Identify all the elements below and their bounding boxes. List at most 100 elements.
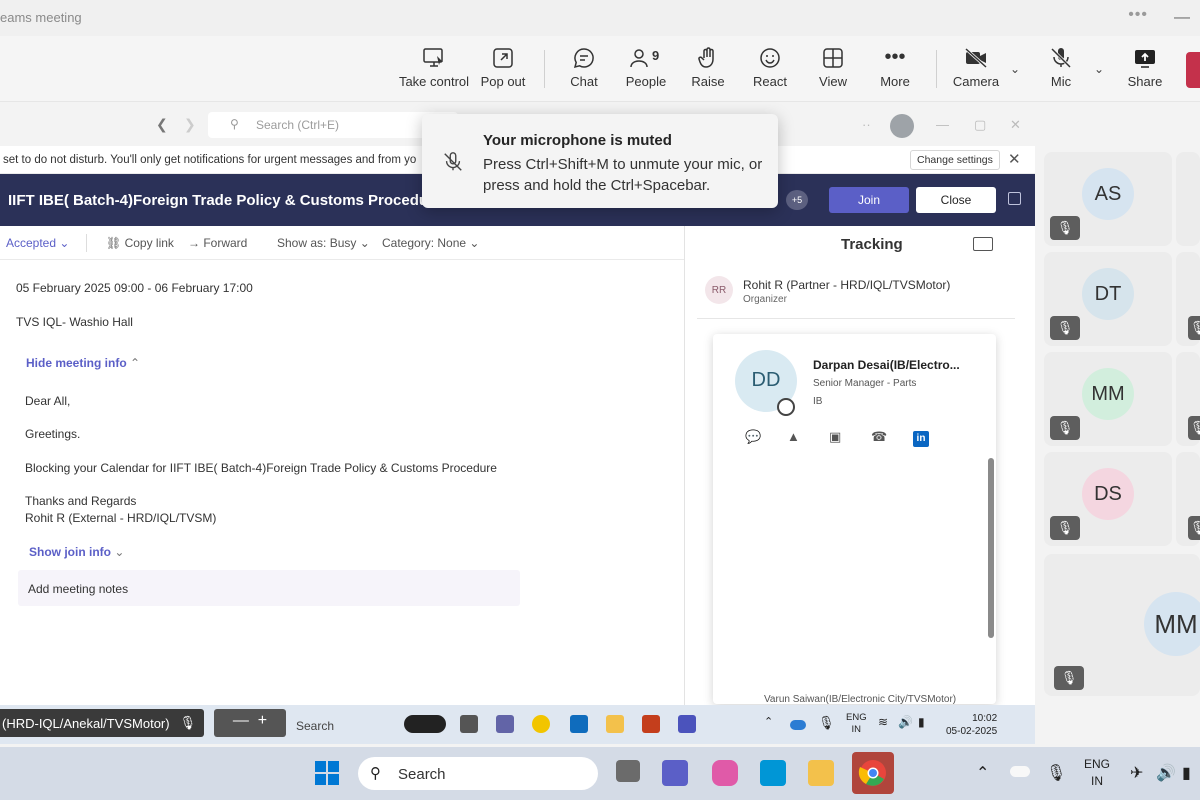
phone-icon[interactable]: ☎	[871, 429, 887, 445]
inner-clock[interactable]: 10:02 05-02-2025	[946, 712, 997, 738]
copy-link-button[interactable]: ⛓ Copy link	[106, 236, 174, 250]
camera-button[interactable]: Camera	[938, 46, 1014, 96]
participant-avatar: DS	[1082, 468, 1134, 520]
pop-out-button[interactable]: Pop out	[465, 46, 541, 96]
more-button[interactable]: ••• More	[857, 46, 933, 96]
show-as-dropdown[interactable]: Show as: Busy ⌄	[277, 236, 370, 250]
copilot-icon[interactable]	[712, 760, 738, 786]
participant-tile[interactable]: AS 🎙	[1044, 152, 1172, 246]
volume-icon[interactable]: 🔊	[1156, 763, 1176, 783]
org-chart-icon[interactable]: ▲	[787, 429, 803, 445]
presenter-name-chip: (HRD-IQL/Anekal/TVSMotor) 🎙	[0, 709, 204, 737]
video-call-icon[interactable]: ▣	[829, 429, 845, 445]
outlook-minimize-icon[interactable]: —	[936, 117, 949, 132]
close-button[interactable]: Close	[916, 187, 996, 213]
wifi-icon[interactable]: ≋	[878, 715, 896, 733]
chat-icon[interactable]: 💬	[745, 429, 761, 445]
join-button[interactable]: Join	[829, 187, 909, 213]
inner-search-box[interactable]: Search	[296, 719, 334, 733]
camera-options-chevron-icon[interactable]: ⌄	[1010, 62, 1020, 76]
teams-icon[interactable]	[496, 715, 514, 733]
collapse-panel-icon[interactable]	[973, 237, 993, 251]
muted-mic-icon: 🎙	[1050, 516, 1080, 540]
share-button[interactable]: Share	[1107, 46, 1183, 96]
participant-tile[interactable]	[1176, 152, 1200, 246]
body-line: Dear All,	[25, 394, 71, 408]
battery-icon[interactable]: ▮	[1182, 763, 1191, 783]
accepted-dropdown[interactable]: Accepted ⌄	[6, 236, 69, 250]
meeting-location: TVS IQL- Washio Hall	[16, 315, 133, 329]
participant-tile[interactable]: MM 🎙	[1044, 352, 1172, 446]
participant-tile[interactable]: DT 🎙	[1044, 252, 1172, 346]
next-attendee-name: Varun Saiwan(IB/Electronic City/TVSMotor…	[764, 694, 957, 705]
body-line: Rohit R (External - HRD/IQL/TVSM)	[25, 511, 217, 525]
category-dropdown[interactable]: Category: None ⌄	[382, 236, 479, 250]
teams-icon[interactable]	[662, 760, 688, 786]
back-arrow-icon[interactable]: ❮	[156, 116, 168, 133]
take-control-button[interactable]: Take control	[396, 46, 472, 96]
teams-icon[interactable]	[678, 715, 696, 733]
language-indicator[interactable]: ENG IN	[846, 712, 867, 736]
onedrive-icon[interactable]	[1010, 766, 1030, 777]
meeting-details: 05 February 2025 09:00 - 06 February 17:…	[0, 260, 684, 705]
hide-meeting-info-link[interactable]: Hide meeting info ⌃	[26, 356, 140, 370]
mic-icon[interactable]: 🎙	[1046, 763, 1066, 783]
battery-icon[interactable]: ▮	[918, 715, 936, 733]
language-indicator[interactable]: ENG IN	[1084, 756, 1110, 790]
participant-avatar: AS	[1082, 168, 1134, 220]
powerpoint-icon[interactable]	[642, 715, 660, 733]
outlook-maximize-icon[interactable]: ▢	[974, 117, 986, 133]
forward-button[interactable]: → Forward	[188, 236, 247, 250]
card-scrollbar[interactable]	[988, 458, 994, 638]
screen-control-chip[interactable]: — +	[214, 709, 286, 737]
minimize-icon[interactable]: —	[1174, 9, 1190, 27]
volume-icon[interactable]: 🔊	[898, 715, 916, 733]
tray-chevron-icon[interactable]: ⌃	[976, 763, 989, 783]
more-options-icon[interactable]: •••	[1128, 6, 1148, 24]
body-line: Greetings.	[25, 427, 81, 441]
user-avatar[interactable]	[890, 114, 914, 138]
meeting-title: IIFT IBE( Batch-4)Foreign Trade Policy &…	[8, 192, 443, 209]
participant-tile[interactable]: DS 🎙	[1044, 452, 1172, 546]
windows-start-icon[interactable]	[314, 760, 340, 786]
outlook-search-input[interactable]: ⚲ Search (Ctrl+E)	[208, 112, 458, 138]
participant-tile[interactable]: 🎙	[1176, 452, 1200, 546]
chrome-icon[interactable]	[532, 715, 550, 733]
airplane-mode-icon[interactable]: ✈	[1130, 763, 1143, 783]
myhp-icon[interactable]	[760, 760, 786, 786]
tray-chevron-icon[interactable]: ⌃	[764, 715, 776, 733]
show-join-info-link[interactable]: Show join info ⌄	[29, 545, 124, 559]
add-meeting-notes-input[interactable]: Add meeting notes	[18, 570, 520, 606]
chrome-icon[interactable]	[852, 752, 894, 794]
close-banner-icon[interactable]: ✕	[1008, 150, 1021, 168]
change-settings-button[interactable]: Change settings	[910, 150, 1000, 170]
organizer-name[interactable]: Rohit R (Partner - HRD/IQL/TVSMotor)	[743, 278, 950, 292]
linkedin-icon[interactable]: in	[913, 431, 929, 447]
take-control-icon	[396, 46, 472, 72]
task-view-icon[interactable]	[616, 760, 640, 782]
dnd-message: set to do not disturb. You'll only get n…	[3, 154, 417, 166]
onedrive-icon[interactable]	[790, 720, 806, 730]
mic-button[interactable]: Mic	[1023, 46, 1099, 96]
mic-off-icon[interactable]: 🎙	[818, 715, 836, 733]
file-explorer-icon[interactable]	[808, 760, 834, 786]
leave-button[interactable]	[1186, 52, 1200, 88]
outlook-close-icon[interactable]: ✕	[1010, 117, 1021, 133]
participant-tile-large[interactable]: MM 🎙	[1044, 554, 1200, 696]
app-icon[interactable]	[404, 715, 446, 733]
muted-mic-icon: 🎙	[1188, 316, 1200, 340]
mic-options-chevron-icon[interactable]: ⌄	[1094, 62, 1104, 76]
camera-off-icon	[938, 46, 1014, 72]
outlook-icon[interactable]	[570, 715, 588, 733]
window-titlebar: eams meeting ••• —	[0, 0, 1200, 36]
taskbar-search-input[interactable]: ⚲ Search	[358, 757, 598, 790]
attendee-overflow-badge[interactable]: +5	[786, 190, 808, 210]
file-explorer-icon[interactable]	[606, 715, 624, 733]
app-icon[interactable]	[460, 715, 478, 733]
outlook-more-icon[interactable]: ··	[862, 117, 871, 132]
windows-taskbar: ⚲ Search ⌃ 🎙 ENG IN ✈ 🔊 ▮	[0, 747, 1200, 800]
participant-tile[interactable]: 🎙	[1176, 352, 1200, 446]
expand-icon[interactable]	[1008, 192, 1021, 205]
forward-arrow-icon[interactable]: ❯	[184, 116, 196, 133]
participant-tile[interactable]: 🎙	[1176, 252, 1200, 346]
